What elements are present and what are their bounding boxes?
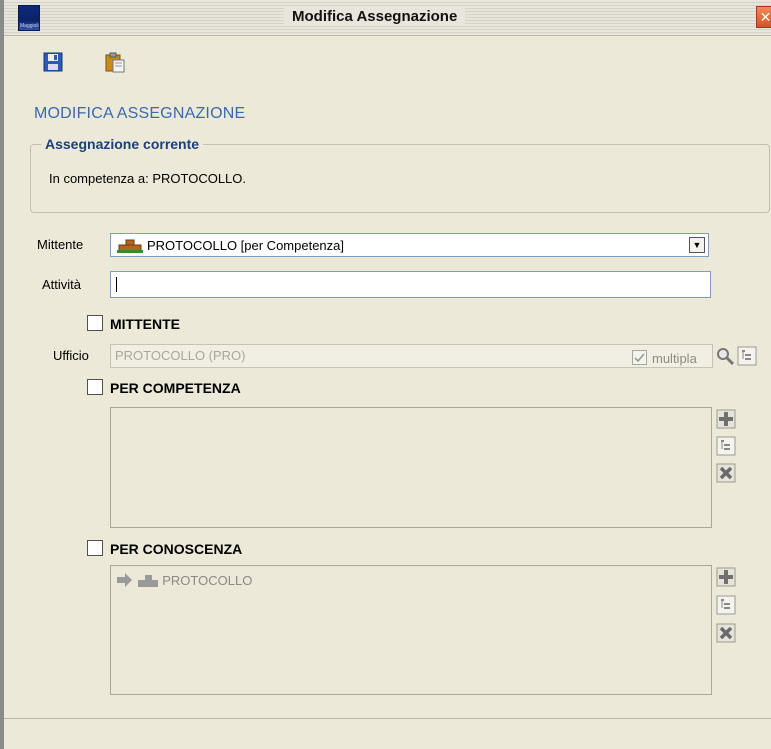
competenza-list[interactable] xyxy=(110,407,712,528)
tree-icon xyxy=(737,346,757,366)
conoscenza-checkbox-label: PER CONOSCENZA xyxy=(110,541,243,557)
multipla-label: multipla xyxy=(652,351,697,366)
form-content: MODIFICA ASSEGNAZIONE Assegnazione corre… xyxy=(4,95,771,749)
delete-icon xyxy=(716,463,736,483)
conoscenza-add-button[interactable] xyxy=(716,567,736,587)
search-icon xyxy=(717,348,735,366)
conoscenza-delete-button[interactable] xyxy=(716,623,736,643)
attivita-input[interactable] xyxy=(110,271,711,298)
clipboard-paste-icon xyxy=(105,52,125,73)
list-item-label: PROTOCOLLO xyxy=(162,573,253,588)
paste-button[interactable] xyxy=(104,51,126,73)
add-icon xyxy=(716,567,736,587)
competenza-add-button[interactable] xyxy=(716,409,736,429)
mittente-select[interactable]: PROTOCOLLO [per Competenza] ▼ xyxy=(110,233,709,257)
window-title: Modifica Assegnazione xyxy=(284,8,466,25)
logo-text: Maggioli xyxy=(20,23,39,29)
conoscenza-checkbox[interactable] xyxy=(87,540,103,556)
ufficio-label: Ufficio xyxy=(53,348,89,363)
ufficio-field[interactable]: PROTOCOLLO (PRO) xyxy=(110,344,713,368)
list-item[interactable]: PROTOCOLLO xyxy=(117,572,252,588)
mittente-checkbox-label: MITTENTE xyxy=(110,316,180,332)
status-bar xyxy=(4,718,771,749)
check-icon xyxy=(634,353,645,363)
title-bar[interactable]: Maggioli Modifica Assegnazione ✕ xyxy=(4,0,771,36)
tree-button[interactable] xyxy=(737,346,757,366)
app-logo-icon: Maggioli xyxy=(18,5,40,31)
attivita-label: Attività xyxy=(42,277,82,292)
competenza-checkbox[interactable] xyxy=(87,379,103,395)
competenza-delete-button[interactable] xyxy=(716,463,736,483)
conoscenza-tree-button[interactable] xyxy=(716,595,736,615)
competenza-checkbox-label: PER COMPETENZA xyxy=(110,380,241,396)
office-icon xyxy=(117,239,143,253)
add-icon xyxy=(716,409,736,429)
save-button[interactable] xyxy=(42,51,64,73)
arrow-right-icon xyxy=(117,573,132,587)
toolbar xyxy=(4,37,771,95)
mittente-checkbox[interactable] xyxy=(87,315,103,331)
tree-icon xyxy=(716,595,736,615)
mittente-value: PROTOCOLLO [per Competenza] xyxy=(147,238,345,253)
dialog-window: Maggioli Modifica Assegnazione ✕ MODIFIC… xyxy=(0,0,771,749)
text-caret xyxy=(116,277,117,292)
multipla-checkbox[interactable] xyxy=(632,350,647,365)
current-assignment-legend: Assegnazione corrente xyxy=(41,136,204,152)
floppy-disk-icon xyxy=(43,52,63,72)
competenza-tree-button[interactable] xyxy=(716,436,736,456)
search-button[interactable] xyxy=(715,346,735,366)
current-assignment-group: Assegnazione corrente In competenza a: P… xyxy=(30,136,770,213)
close-button[interactable]: ✕ xyxy=(756,6,771,28)
chevron-down-icon[interactable]: ▼ xyxy=(689,237,705,253)
ufficio-value: PROTOCOLLO (PRO) xyxy=(115,348,246,363)
tree-icon xyxy=(716,436,736,456)
delete-icon xyxy=(716,623,736,643)
section-title: MODIFICA ASSEGNAZIONE xyxy=(34,105,246,122)
current-assignment-text: In competenza a: PROTOCOLLO. xyxy=(49,171,247,186)
office-icon xyxy=(137,575,158,587)
mittente-label: Mittente xyxy=(37,237,84,252)
conoscenza-list[interactable]: PROTOCOLLO xyxy=(110,565,712,695)
